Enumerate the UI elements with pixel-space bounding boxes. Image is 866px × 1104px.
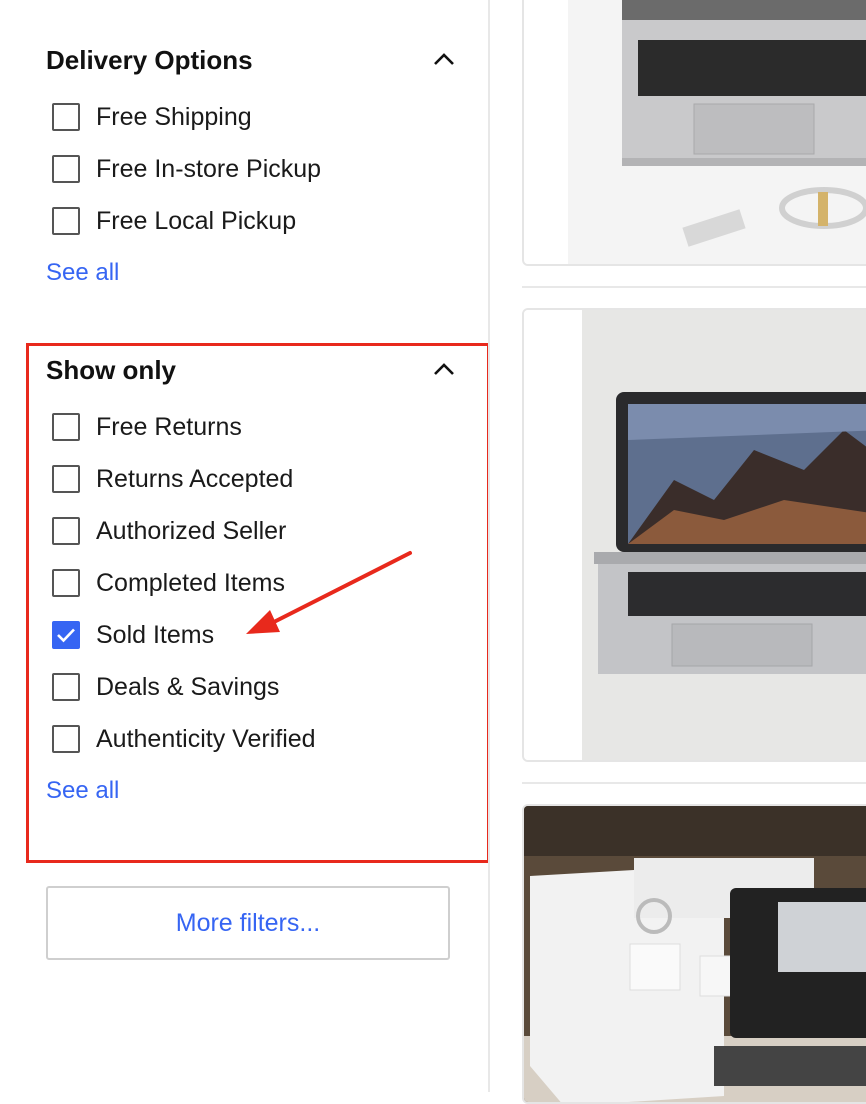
checkbox-authorized-seller[interactable]: Authorized Seller [52, 515, 286, 547]
checkbox-label: Free In-store Pickup [96, 154, 322, 183]
checkbox-label: Free Shipping [96, 102, 252, 131]
checkbox-free-in-store-pickup[interactable]: Free In-store Pickup [52, 153, 321, 185]
laptop-thumbnail [524, 310, 866, 760]
sidebar-divider [488, 0, 490, 1092]
laptop-thumbnail [524, 0, 866, 264]
checkbox-label: Free Returns [96, 412, 242, 441]
product-card-image[interactable] [522, 0, 866, 266]
checkbox-sold-items[interactable]: Sold Items [52, 619, 214, 651]
checkbox-label: Sold Items [96, 620, 215, 649]
checkbox-box[interactable] [52, 673, 80, 701]
filter-sidebar: Delivery Options Free Shipping Free In-s… [0, 0, 490, 1092]
card-divider [522, 782, 866, 784]
show-only-title: Show only [46, 355, 176, 385]
checkbox-box[interactable] [52, 517, 80, 545]
checkbox-free-local-pickup[interactable]: Free Local Pickup [52, 205, 296, 237]
card-divider [522, 286, 866, 288]
checkbox-returns-accepted[interactable]: Returns Accepted [52, 463, 293, 495]
product-card-image[interactable] [522, 308, 866, 762]
checkbox-box[interactable] [52, 207, 80, 235]
checkbox-free-returns[interactable]: Free Returns [52, 411, 242, 443]
laptop-box-thumbnail [524, 806, 866, 1102]
checkbox-label: Deals & Savings [96, 672, 280, 701]
delivery-see-all-link[interactable]: See all [46, 259, 119, 287]
checkbox-box[interactable] [52, 103, 80, 131]
checkbox-authenticity-verified[interactable]: Authenticity Verified [52, 723, 316, 755]
checkbox-box[interactable] [52, 155, 80, 183]
checkbox-box[interactable] [52, 413, 80, 441]
checkbox-box-checked[interactable] [52, 621, 80, 649]
chevron-up-icon[interactable] [432, 361, 456, 377]
checkbox-box[interactable] [52, 725, 80, 753]
checkbox-label: Free Local Pickup [96, 206, 297, 235]
checkbox-box[interactable] [52, 569, 80, 597]
checkbox-label: Authorized Seller [96, 516, 287, 545]
delivery-options-title: Delivery Options [46, 45, 253, 75]
arrow-annotation [246, 551, 412, 634]
checkbox-label: Returns Accepted [96, 464, 294, 493]
checkbox-label: Authenticity Verified [96, 724, 316, 753]
checkbox-free-shipping[interactable]: Free Shipping [52, 101, 252, 133]
product-card-image[interactable] [522, 804, 866, 1104]
chevron-up-icon[interactable] [432, 51, 456, 67]
more-filters-button[interactable]: More filters... [46, 886, 450, 960]
checkmark-icon [57, 628, 75, 643]
show-only-see-all-link[interactable]: See all [46, 777, 119, 805]
checkbox-deals-savings[interactable]: Deals & Savings [52, 671, 279, 703]
checkbox-box[interactable] [52, 465, 80, 493]
